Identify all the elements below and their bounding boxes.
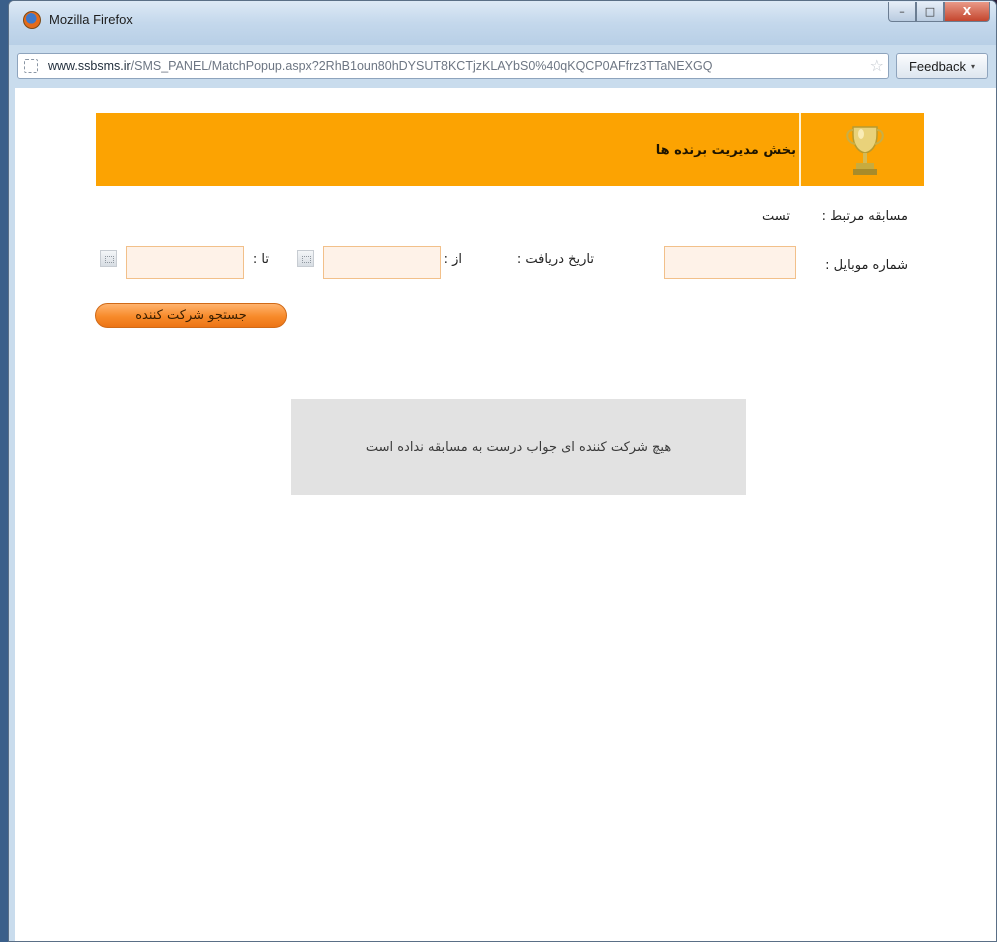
calendar-icon-from[interactable] <box>297 250 314 267</box>
window-controls: – □ X <box>888 2 990 22</box>
window-title: Mozilla Firefox <box>49 12 133 27</box>
receive-date-label: تاریخ دریافت : <box>516 252 594 267</box>
dropdown-arrow-icon: ▾ <box>971 61 976 71</box>
feedback-label: Feedback <box>908 58 967 74</box>
page-content: بخش مدیریت برنده ها مسابقه مرتبط : تست ش… <box>15 88 996 941</box>
mobile-label: شماره موبایل : <box>825 258 908 273</box>
page-header: بخش مدیریت برنده ها <box>96 113 924 186</box>
mobile-input[interactable] <box>664 246 796 279</box>
contest-label: مسابقه مرتبط : <box>821 209 908 224</box>
to-date-input[interactable] <box>126 246 244 279</box>
from-label: از : <box>443 252 462 267</box>
url-domain: www.ssbsms.ir <box>48 59 131 73</box>
header-divider <box>799 113 801 186</box>
from-date-input[interactable] <box>323 246 441 279</box>
url-text[interactable]: www.ssbsms.ir/SMS_PANEL/MatchPopup.aspx?… <box>48 59 854 73</box>
navigation-bar: www.ssbsms.ir/SMS_PANEL/MatchPopup.aspx?… <box>15 51 990 83</box>
minimize-button[interactable]: – <box>888 2 916 22</box>
empty-result-text: هیچ شرکت کننده ای جواب درست به مسابقه ند… <box>365 439 672 455</box>
search-participant-button[interactable]: جستجو شرکت کننده <box>95 303 287 328</box>
close-button[interactable]: X <box>944 2 990 22</box>
feedback-button[interactable]: Feedback ▾ <box>896 53 988 79</box>
trophy-icon <box>846 126 884 175</box>
firefox-icon <box>23 11 41 29</box>
url-path: /SMS_PANEL/MatchPopup.aspx?2RhB1oun80hDY… <box>130 59 713 73</box>
contest-value: تست <box>762 209 790 224</box>
calendar-icon-to[interactable] <box>100 250 117 267</box>
site-identity-icon[interactable] <box>24 59 38 73</box>
page-title: بخش مدیریت برنده ها <box>655 143 796 158</box>
url-bar[interactable]: www.ssbsms.ir/SMS_PANEL/MatchPopup.aspx?… <box>17 53 889 79</box>
empty-result-message: هیچ شرکت کننده ای جواب درست به مسابقه ند… <box>291 399 746 495</box>
bookmark-star-icon[interactable]: ☆ <box>870 57 884 75</box>
title-bar: Mozilla Firefox – □ X <box>9 1 996 45</box>
maximize-button[interactable]: □ <box>916 2 944 22</box>
firefox-window: Mozilla Firefox – □ X www.ssbsms.ir/SMS_… <box>8 0 997 942</box>
to-label: تا : <box>252 252 269 267</box>
